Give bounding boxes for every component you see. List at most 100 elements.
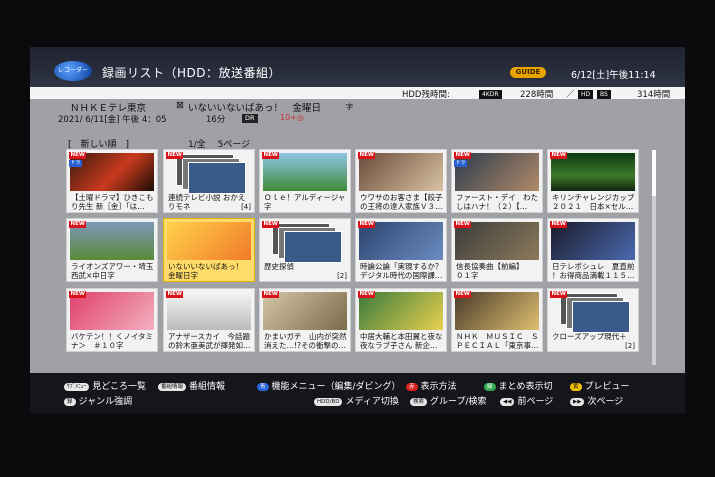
blue-key: 青	[257, 382, 269, 391]
recording-tile[interactable]: NEW 信長協奏曲【前編】 ０１字	[451, 218, 543, 282]
hint-label: 前ページ	[517, 397, 554, 407]
guide-logo: GUIDE	[510, 67, 546, 78]
info-key: 番組情報	[158, 382, 187, 391]
hint-media-switch[interactable]: HDD/BD メディア切換	[314, 394, 399, 407]
tile-title-line2: りモネ	[168, 202, 191, 211]
hint-label: 次ページ	[587, 397, 624, 407]
new-badge: NEW	[454, 221, 472, 228]
channel-name: ＮＨＫＥテレ東京	[70, 103, 147, 114]
new-badge: NEW	[454, 291, 472, 298]
thumbnail	[167, 222, 251, 260]
tile-title-line2: ナ＞ ＃１０字	[71, 341, 124, 350]
recording-tile[interactable]: NEW 中居大輔と本田翼と夜な 夜なラブ子さん 新企…	[355, 288, 447, 352]
tile-title-line2: ！お得商品満載１１５…	[552, 271, 635, 280]
program-title: いないいないばあっ！ 金曜日	[188, 103, 322, 114]
tile-title-line2: り先生 新［金］「は…	[71, 202, 145, 211]
program-icon: ⊠	[176, 100, 184, 111]
thumbnail-card	[572, 301, 630, 333]
new-badge: NEW	[166, 152, 184, 159]
recording-tile[interactable]: NEW 時論公論「実現するか？ デジタル時代の国際課…	[355, 218, 447, 282]
scrollbar[interactable]	[652, 150, 656, 365]
episode-count: [4]	[241, 203, 251, 211]
recording-tile[interactable]: NEW バケテン！！くノイタミ ナ＞ ＃１０字	[66, 288, 158, 352]
tile-title-line2: しはハナ！（２）【…	[456, 202, 528, 211]
hint-label: プレビュー	[584, 382, 630, 392]
tile-title-line2: の王将の達人家族Ｖ３…	[360, 202, 443, 211]
submenu-key: ｻﾌﾞﾒﾆｭｰ	[64, 382, 90, 391]
badge-hd: HD	[578, 90, 594, 99]
rewind-icon: ◀◀	[500, 397, 515, 406]
tv-screen: レコーダー 録画リスト（HDD：放送番組） GUIDE 6/12[土]午後11:…	[30, 47, 685, 412]
yellow-key: 黄	[570, 382, 582, 391]
hdd-4k-value: 228時間	[520, 90, 554, 100]
tile-title-line2: デジタル時代の国際課…	[360, 271, 443, 280]
search-key: 検索	[410, 397, 428, 406]
tv-frame: { "header":{"recorder_logo":"レコーダー","tit…	[0, 0, 715, 477]
recording-tile[interactable]: NEW クローズアップ現代＋ [2]	[547, 288, 639, 352]
hint-program-info[interactable]: 番組情報 番組情報	[158, 379, 225, 392]
tile-title-line2: ＰＥＣＩＡＬ「東京事…	[456, 341, 539, 350]
hdd-remaining-label: HDD残時間:	[402, 90, 450, 100]
recording-tile[interactable]: NEW かまいガチ 山内が突然 消えた…!?その衝撃の…	[259, 288, 351, 352]
recording-tile[interactable]: NEW ウワサのお客さま【餃子 の王将の達人家族Ｖ３…	[355, 149, 447, 213]
hint-label: 番組情報	[189, 382, 226, 392]
clock: 6/12[土]午後11:14	[571, 70, 656, 81]
new-badge: NEW	[262, 291, 280, 298]
recording-tile[interactable]: NEW 連続テレビ小説 おかえ りモネ [4]	[163, 149, 255, 213]
thumbnail-card	[188, 162, 246, 194]
green-key: 緑	[484, 382, 496, 391]
new-badge: NEW	[550, 152, 568, 159]
hint-function-menu[interactable]: 青機能メニュー（編集/ダビング）	[257, 379, 401, 392]
mode-badge: DR	[242, 114, 258, 123]
hint-preview[interactable]: 黄プレビュー	[570, 379, 630, 392]
recording-tile-selected[interactable]: いないいないばあっ！ 金曜日字	[163, 218, 255, 282]
dubbing-count: 10+◎	[280, 113, 304, 122]
hint-genre-highlight[interactable]: 録ジャンル強調	[64, 394, 132, 407]
new-badge: NEW	[69, 291, 87, 298]
new-badge: NEW	[262, 152, 280, 159]
recording-tile[interactable]: NEW アナザースカイ 今話題 の鈴木亜美武が揮発如…	[163, 288, 255, 352]
badge-bs: BS	[597, 90, 611, 99]
tile-title-line2: 消えた…!?その衝撃の…	[264, 341, 346, 350]
thumbnail-card	[284, 231, 342, 263]
recording-tile[interactable]: NEW ドラ ファースト・デイ わた しはハナ！（２）【…	[451, 149, 543, 213]
recording-tile[interactable]: NEW 日テレポシュレ 夏直前 ！お得商品満載１１５…	[547, 218, 639, 282]
hint-group-toggle[interactable]: 緑まとめ表示切	[484, 379, 553, 392]
hint-next-page[interactable]: ▶▶ 次ページ	[570, 394, 623, 407]
hint-display-method[interactable]: 赤表示方法	[406, 379, 457, 392]
new-badge: NEW	[69, 152, 87, 159]
tile-title-line2: ２０２１ 日本×セル…	[552, 202, 634, 211]
recording-tile[interactable]: NEW ライオンズアワー・埼玉 西武×中日字	[66, 218, 158, 282]
new-badge: NEW	[358, 221, 376, 228]
hint-label: 表示方法	[420, 382, 457, 392]
hint-label: 機能メニュー（編集/ダビング）	[271, 382, 401, 392]
hint-label: まとめ表示切	[498, 382, 553, 392]
episode-count: [2]	[625, 342, 635, 350]
new-badge: NEW	[358, 291, 376, 298]
badge-4kdr: 4KDR	[479, 90, 502, 99]
new-badge: NEW	[166, 291, 184, 298]
red-key: 赤	[406, 382, 418, 391]
page-title: 録画リスト（HDD：放送番組）	[102, 66, 282, 80]
scroll-thumb[interactable]	[652, 150, 656, 196]
new-badge: NEW	[358, 152, 376, 159]
hint-group-search[interactable]: 検索 グループ/検索	[410, 394, 487, 407]
fast-forward-icon: ▶▶	[570, 397, 585, 406]
drama-badge: ドラ	[69, 160, 83, 167]
new-badge: NEW	[550, 291, 568, 298]
hint-prev-page[interactable]: ◀◀ 前ページ	[500, 394, 553, 407]
new-badge: NEW	[69, 221, 87, 228]
recording-tile[interactable]: NEW ドラ 【土曜ドラマ】ひきこも り先生 新［金］「は…	[66, 149, 158, 213]
recording-tile[interactable]: NEW 歴史探偵 [2]	[259, 218, 351, 282]
recorder-logo: レコーダー	[54, 61, 92, 81]
episode-count: [2]	[337, 272, 347, 280]
hdd-hd-value: 314時間	[637, 90, 671, 100]
hint-highlights[interactable]: ｻﾌﾞﾒﾆｭｰ 見どころ一覧	[64, 379, 146, 392]
hdd-separator: ／	[566, 90, 575, 100]
recording-tile[interactable]: NEW Ｏｌｅ！アルディージャ字	[259, 149, 351, 213]
new-badge: NEW	[454, 152, 472, 159]
recording-tile[interactable]: NEW キリンチャレンジカップ ２０２１ 日本×セル…	[547, 149, 639, 213]
hint-label: ジャンル強調	[78, 397, 133, 407]
program-datetime: 2021/ 6/11[金] 午後 4：05	[58, 115, 167, 125]
recording-tile[interactable]: NEW ＮＨＫ ＭＵＳＩＣ Ｓ ＰＥＣＩＡＬ「東京事…	[451, 288, 543, 352]
